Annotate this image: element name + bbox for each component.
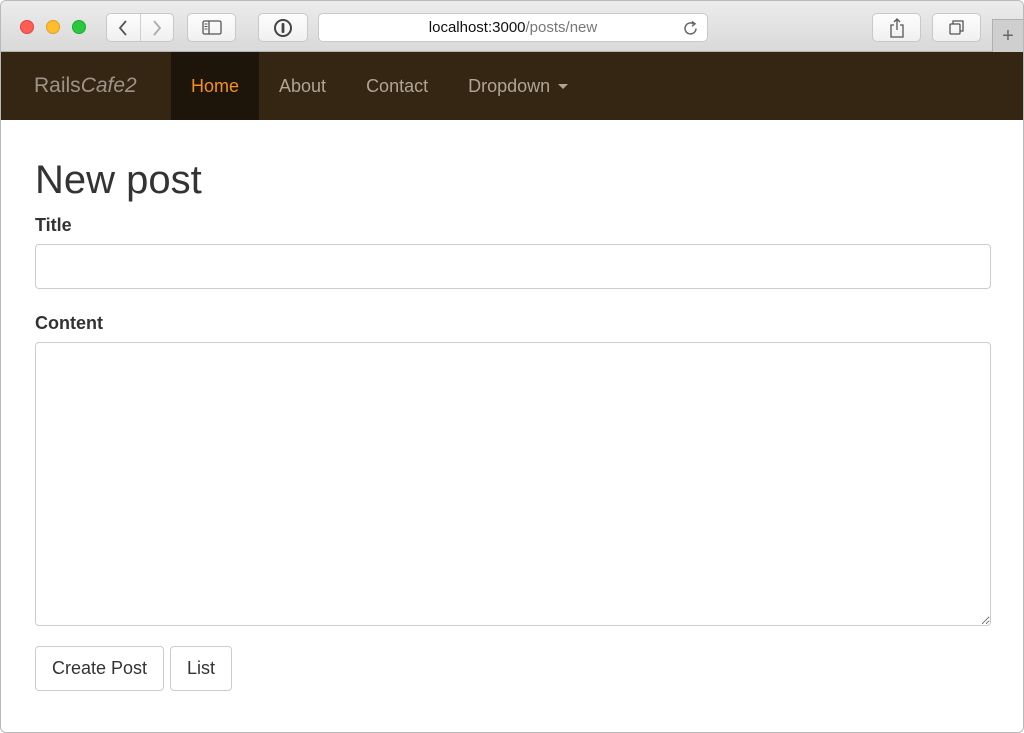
onepassword-icon bbox=[274, 18, 292, 37]
list-link[interactable]: List bbox=[170, 646, 233, 691]
brand-italic: Cafe2 bbox=[80, 74, 137, 97]
sidebar-icon bbox=[201, 20, 222, 35]
title-input[interactable] bbox=[35, 244, 991, 289]
minimize-window-button[interactable] bbox=[46, 20, 60, 34]
nav-item-contact[interactable]: Contact bbox=[346, 52, 448, 120]
form-actions: Create Post List bbox=[35, 646, 991, 691]
password-manager-button[interactable] bbox=[258, 13, 308, 42]
dropdown-label: Dropdown bbox=[468, 75, 551, 96]
plus-icon: + bbox=[1002, 24, 1014, 47]
share-button[interactable] bbox=[872, 13, 921, 42]
history-nav-group bbox=[106, 13, 174, 42]
tabs-icon bbox=[948, 19, 964, 35]
nav-item-about[interactable]: About bbox=[259, 52, 346, 120]
share-icon bbox=[889, 17, 904, 38]
forward-button[interactable] bbox=[139, 14, 173, 41]
brand-link[interactable]: Rails Cafe2 bbox=[1, 52, 171, 120]
new-tab-button[interactable]: + bbox=[992, 19, 1023, 52]
title-label: Title bbox=[35, 215, 72, 235]
create-post-button[interactable]: Create Post bbox=[35, 646, 165, 691]
sidebar-button[interactable] bbox=[187, 13, 236, 42]
browser-window: localhost:3000/posts/new + Rails Cafe2 Ho… bbox=[0, 0, 1024, 733]
browser-toolbar: localhost:3000/posts/new + bbox=[1, 1, 1023, 52]
reload-icon[interactable] bbox=[682, 20, 699, 37]
forward-icon bbox=[153, 19, 162, 36]
content-textarea[interactable] bbox=[35, 342, 991, 626]
back-icon bbox=[119, 19, 128, 36]
show-tabs-button[interactable] bbox=[932, 13, 981, 42]
caret-down-icon bbox=[558, 83, 569, 89]
maximize-window-button[interactable] bbox=[72, 20, 86, 34]
close-window-button[interactable] bbox=[20, 20, 34, 34]
nav-item-home[interactable]: Home bbox=[171, 52, 260, 120]
content-label: Content bbox=[35, 313, 103, 333]
url-host: localhost:3000 bbox=[428, 19, 526, 36]
address-bar[interactable]: localhost:3000/posts/new bbox=[318, 13, 708, 42]
navbar: Rails Cafe2 Home About Contact Dropdown bbox=[1, 52, 1023, 120]
main-content: New post Title Content Create Post List bbox=[35, 120, 991, 691]
brand-plain: Rails bbox=[34, 74, 81, 97]
url-path: /posts/new bbox=[525, 19, 598, 36]
nav-item-dropdown[interactable]: Dropdown bbox=[448, 52, 588, 120]
back-button[interactable] bbox=[107, 14, 140, 41]
page-title: New post bbox=[35, 158, 202, 202]
